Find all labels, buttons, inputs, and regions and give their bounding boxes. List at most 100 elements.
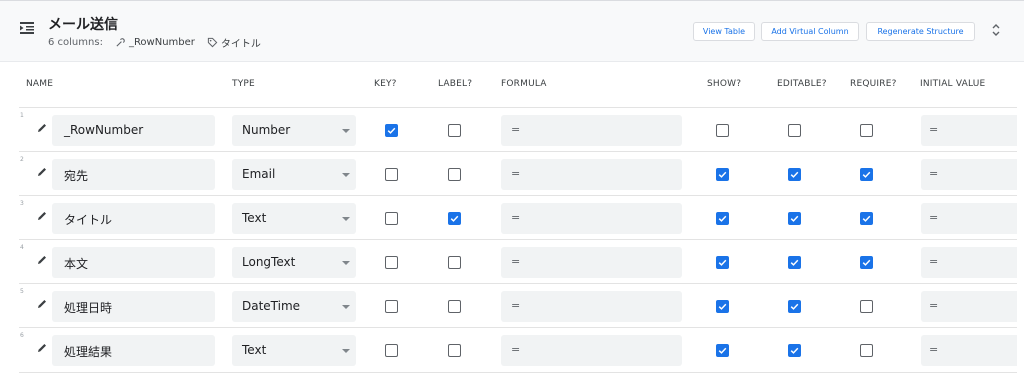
column-name-field[interactable]: 処理日時	[52, 291, 215, 322]
dropdown-caret-icon	[342, 129, 350, 133]
initial-value-field[interactable]: =	[921, 247, 1017, 278]
column-name-field[interactable]: 処理結果	[52, 335, 215, 366]
pencil-icon[interactable]	[36, 254, 48, 266]
label-checkbox[interactable]	[448, 300, 461, 313]
editable-checkbox[interactable]	[788, 124, 801, 137]
key-column-info: _RowNumber	[115, 37, 195, 48]
require-checkbox[interactable]	[860, 344, 873, 357]
require-checkbox[interactable]	[860, 212, 873, 225]
require-checkbox[interactable]	[860, 300, 873, 313]
column-type-value: Text	[242, 343, 267, 357]
table-columns-icon[interactable]	[19, 20, 35, 36]
initial-value-value: =	[929, 255, 939, 268]
pencil-icon[interactable]	[36, 166, 48, 178]
formula-field[interactable]: =	[501, 159, 682, 190]
check-icon	[790, 347, 799, 354]
formula-field[interactable]: =	[501, 335, 682, 366]
formula-field[interactable]: =	[501, 291, 682, 322]
formula-field[interactable]: =	[501, 203, 682, 234]
check-icon	[718, 347, 727, 354]
header-formula: FORMULA	[501, 79, 547, 89]
label-checkbox[interactable]	[448, 168, 461, 181]
dropdown-caret-icon	[342, 173, 350, 177]
check-icon	[718, 303, 727, 310]
label-checkbox[interactable]	[448, 256, 461, 269]
label-checkbox[interactable]	[448, 124, 461, 137]
show-checkbox[interactable]	[716, 256, 729, 269]
show-checkbox[interactable]	[716, 212, 729, 225]
column-name-field[interactable]: _RowNumber	[52, 115, 215, 146]
table-header: メール送信 6 columns: _RowNumber タイトル View Ta…	[0, 0, 1024, 62]
column-type-select[interactable]: LongText	[232, 247, 356, 278]
pencil-icon[interactable]	[36, 210, 48, 222]
column-type-select[interactable]: DateTime	[232, 291, 356, 322]
key-checkbox[interactable]	[385, 344, 398, 357]
require-checkbox[interactable]	[860, 168, 873, 181]
show-checkbox[interactable]	[716, 300, 729, 313]
column-type-value: Email	[242, 167, 276, 181]
column-row: 5 処理日時 DateTime = =	[19, 283, 1017, 328]
key-checkbox[interactable]	[385, 168, 398, 181]
key-checkbox[interactable]	[385, 212, 398, 225]
formula-value: =	[511, 255, 521, 268]
row-number: 1	[20, 112, 24, 119]
show-checkbox[interactable]	[716, 168, 729, 181]
unfold-icon[interactable]	[990, 22, 1002, 38]
initial-value-field[interactable]: =	[921, 159, 1017, 190]
check-icon	[718, 259, 727, 266]
formula-value: =	[511, 211, 521, 224]
dropdown-caret-icon	[342, 305, 350, 309]
require-checkbox[interactable]	[860, 124, 873, 137]
table-structure-panel: メール送信 6 columns: _RowNumber タイトル View Ta…	[0, 0, 1024, 385]
add-virtual-column-button[interactable]: Add Virtual Column	[761, 22, 859, 41]
show-checkbox[interactable]	[716, 124, 729, 137]
column-row: 4 本文 LongText = =	[19, 239, 1017, 284]
initial-value-field[interactable]: =	[921, 291, 1017, 322]
column-name-field[interactable]: タイトル	[52, 203, 215, 234]
formula-value: =	[511, 123, 521, 136]
label-checkbox[interactable]	[448, 212, 461, 225]
column-type-select[interactable]: Text	[232, 203, 356, 234]
initial-value-field[interactable]: =	[921, 335, 1017, 366]
header-show: SHOW?	[707, 79, 742, 89]
formula-value: =	[511, 299, 521, 312]
key-checkbox[interactable]	[385, 124, 398, 137]
column-name-value: 処理日時	[64, 301, 113, 315]
pencil-icon[interactable]	[36, 298, 48, 310]
label-checkbox[interactable]	[448, 344, 461, 357]
editable-checkbox[interactable]	[788, 344, 801, 357]
editable-checkbox[interactable]	[788, 168, 801, 181]
key-checkbox[interactable]	[385, 256, 398, 269]
pencil-icon[interactable]	[36, 342, 48, 354]
initial-value-value: =	[929, 211, 939, 224]
initial-value-field[interactable]: =	[921, 115, 1017, 146]
key-checkbox[interactable]	[385, 300, 398, 313]
column-row: 2 宛先 Email = =	[19, 151, 1017, 196]
table-meta: 6 columns: _RowNumber タイトル	[48, 35, 261, 50]
column-name-field[interactable]: 本文	[52, 247, 215, 278]
editable-checkbox[interactable]	[788, 300, 801, 313]
table-bottom-divider	[19, 372, 1017, 373]
initial-value-field[interactable]: =	[921, 203, 1017, 234]
formula-field[interactable]: =	[501, 247, 682, 278]
editable-checkbox[interactable]	[788, 256, 801, 269]
show-checkbox[interactable]	[716, 344, 729, 357]
view-table-button[interactable]: View Table	[693, 22, 755, 41]
column-type-select[interactable]: Email	[232, 159, 356, 190]
column-name-value: 処理結果	[64, 345, 113, 359]
column-type-value: Text	[242, 211, 267, 225]
row-number: 2	[20, 156, 24, 163]
header-name: NAME	[26, 79, 54, 89]
regenerate-structure-button[interactable]: Regenerate Structure	[866, 22, 975, 41]
editable-checkbox[interactable]	[788, 212, 801, 225]
require-checkbox[interactable]	[860, 256, 873, 269]
column-type-value: LongText	[242, 255, 296, 269]
column-name-value: 本文	[64, 257, 89, 271]
formula-field[interactable]: =	[501, 115, 682, 146]
pencil-icon[interactable]	[36, 122, 48, 134]
header-initial-value: INITIAL VALUE	[920, 79, 986, 89]
column-name-value: タイトル	[64, 213, 113, 227]
column-name-field[interactable]: 宛先	[52, 159, 215, 190]
column-type-select[interactable]: Number	[232, 115, 356, 146]
column-type-select[interactable]: Text	[232, 335, 356, 366]
